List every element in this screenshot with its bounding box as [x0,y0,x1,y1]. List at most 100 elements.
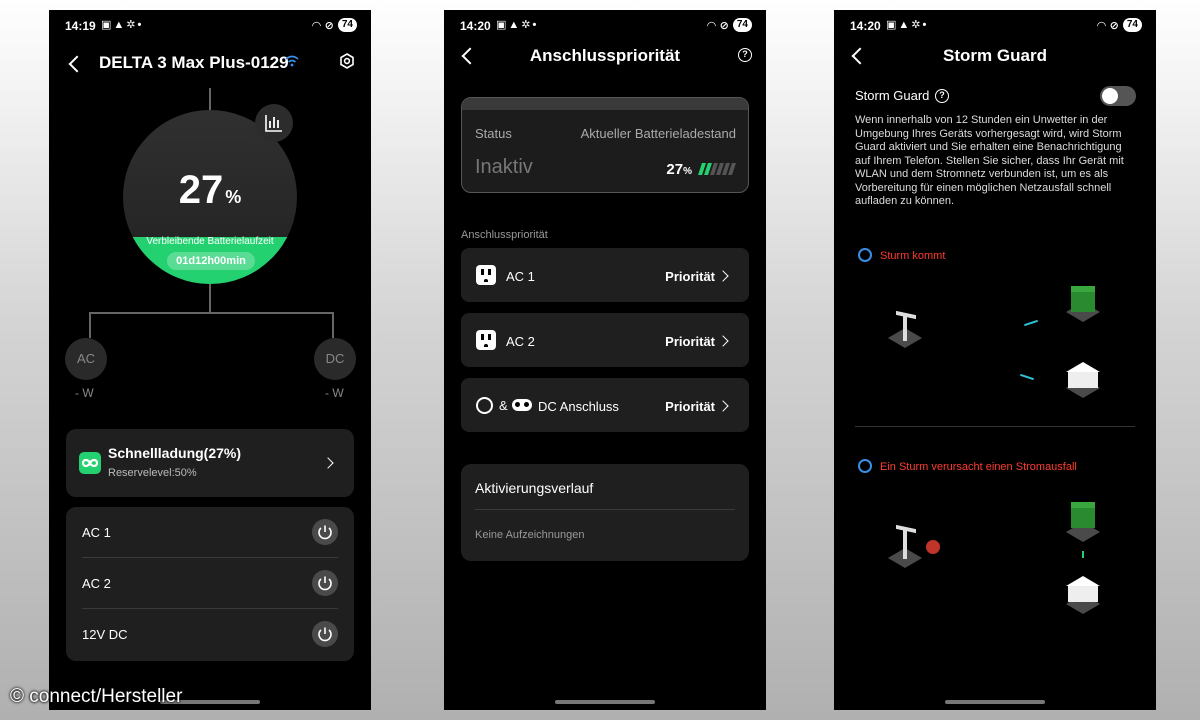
flow-line [209,88,211,110]
storm-guard-toggle[interactable] [1100,86,1136,106]
output-switches-card: AC 1 AC 2 12V DC [66,507,354,661]
history-title: Aktivierungsverlauf [475,480,594,496]
scenario-storm-coming: Sturm kommt [880,250,946,262]
switch-row-12vdc: 12V DC [82,609,338,660]
battery-level-label: Aktueller Batterieladestand [580,126,736,141]
phone-port-priority: 14:20 ▣▲✲• ◠ ⊘ 74 Anschlusspriorität ? S… [444,10,766,710]
system-icons: ◠ ⊘ 74 [312,18,357,32]
priority-row-dc[interactable]: & DC Anschluss Priorität [461,378,749,432]
storm-guard-description: Wenn innerhalb von 12 Stunden ein Unwett… [855,114,1124,207]
status-time: 14:20 [460,19,491,33]
phone-storm-guard: 14:20 ▣▲✲• ◠ ⊘ 74 Storm Guard Storm Guar… [834,10,1156,710]
settings-icon[interactable] [339,53,355,69]
switch-row-ac1: AC 1 [82,507,338,558]
status-time: 14:19 [65,19,96,33]
home-indicator[interactable] [945,700,1045,704]
history-empty-text: Keine Aufzeichnungen [475,529,585,541]
signal-line [1020,373,1034,381]
chevron-right-icon [717,400,729,412]
page-title: Storm Guard [943,46,1047,65]
back-icon[interactable] [68,55,86,73]
flow-line [209,284,211,312]
help-icon[interactable]: ? [935,89,949,103]
battery-percent: 27% [178,168,242,212]
usb-port-icon [476,397,493,414]
system-icons: ◠ ⊘ 74 [707,18,752,32]
dc-power: - W [325,386,344,400]
scenario-power-outage: Ein Sturm verursacht einen Stromausfall [880,461,1077,473]
priority-value: Priorität [665,399,715,414]
power-icon [318,525,332,540]
switch-label: AC 2 [82,576,111,591]
chevron-right-icon [717,335,729,347]
priority-row-ac2[interactable]: AC 2 Priorität [461,313,749,367]
activation-history-card: Aktivierungsverlauf Keine Aufzeichnungen [461,464,749,561]
notification-icons: ▣▲✲• [886,19,929,31]
power-pole-icon [903,529,907,559]
divider [855,426,1135,427]
priority-row-ac1[interactable]: AC 1 Priorität [461,248,749,302]
battery-level-value: 27% [666,161,692,178]
status-bar: 14:19 ▣▲✲• ◠ ⊘ 74 [49,18,371,36]
signal-line [1024,319,1038,327]
page-title: Anschlusspriorität [529,46,681,65]
reserve-level: Reservelevel:50% [108,467,197,479]
wifi-status-icon: ◠ [312,19,321,32]
battery-status: 74 [337,18,357,32]
flow-line [89,312,333,314]
ac-power: - W [75,386,94,400]
port-name: DC Anschluss [538,399,619,414]
battery-level-bars [698,163,736,175]
port-name: AC 1 [506,269,535,284]
status-time: 14:20 [850,19,881,33]
ac-socket-icon [476,330,496,350]
house-icon [1066,362,1100,388]
status-label: Status [475,126,512,141]
switch-label: AC 1 [82,525,111,540]
wifi-status-icon: ◠ [707,19,716,32]
notification-icons: ▣▲✲• [101,19,144,31]
status-bar: 14:20 ▣▲✲• ◠ ⊘ 74 [834,18,1156,36]
fast-charge-card[interactable]: Schnellladung(27%) Reservelevel:50% [66,429,354,497]
system-icons: ◠ ⊘ 74 [1097,18,1142,32]
remaining-runtime-value: 01d12h00min [167,252,255,270]
dnd-icon: ⊘ [719,19,729,32]
flow-line [89,312,91,338]
power-toggle-button[interactable] [312,570,338,596]
house-icon [1066,576,1100,602]
dc-port-icon [512,399,532,411]
power-toggle-button[interactable] [312,519,338,545]
phone-device-overview: 14:19 ▣▲✲• ◠ ⊘ 74 DELTA 3 Max Plus-0129 … [49,10,371,710]
power-flow-line [1082,551,1084,558]
ac-socket-icon [476,265,496,285]
power-icon [318,576,332,591]
status-card-header [462,98,748,110]
storm-guard-label: Storm Guard [855,88,930,103]
power-toggle-button[interactable] [312,621,338,647]
image-credit: © connect/Hersteller [10,686,183,707]
chevron-right-icon [717,270,729,282]
wifi-connected-icon [285,55,299,67]
fast-charge-icon [79,452,101,474]
priority-value: Priorität [665,269,715,284]
toggle-knob [1102,88,1118,104]
power-icon [318,627,332,642]
remaining-runtime-label: Verbleibende Batterielaufzeit [146,236,274,247]
ampersand: & [499,398,508,413]
switch-label: 12V DC [82,627,128,642]
status-bar: 14:20 ▣▲✲• ◠ ⊘ 74 [444,18,766,36]
chevron-right-icon [322,457,334,469]
status-value: Inaktiv [475,156,533,178]
power-station-icon [1071,502,1095,528]
fast-charge-title: Schnellladung(27%) [108,445,242,461]
home-indicator[interactable] [555,700,655,704]
switch-row-ac2: AC 2 [82,558,338,609]
wifi-status-icon: ◠ [1097,19,1106,32]
dc-port-node: DC [314,338,356,380]
ac-port-node: AC [65,338,107,380]
help-icon[interactable]: ? [738,48,752,62]
dnd-icon: ⊘ [1109,19,1119,32]
statistics-button[interactable] [255,104,293,142]
flow-line [332,312,334,338]
divider [475,509,735,510]
